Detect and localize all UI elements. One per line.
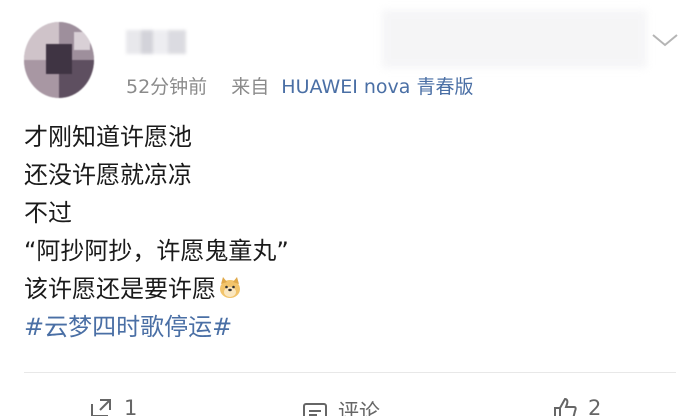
post-line: 才刚知道许愿池	[24, 123, 192, 151]
header-blurred-area	[382, 10, 647, 68]
post-line: “阿抄阿抄，许愿鬼童丸”	[24, 237, 289, 265]
comment-label: 评论	[338, 400, 380, 416]
like-count: 2	[588, 396, 602, 416]
divider	[24, 372, 676, 373]
like-icon	[554, 397, 577, 416]
hashtag-link[interactable]: #云梦四时歌停运#	[24, 308, 289, 346]
source-device-link[interactable]: HUAWEI nova 青春版	[281, 76, 473, 98]
comment-button[interactable]: 评论	[302, 396, 380, 416]
post-line: 不过	[24, 199, 72, 227]
post-meta: 52分钟前 来自 HUAWEI nova 青春版	[126, 72, 473, 99]
post-content: 才刚知道许愿池 还没许愿就凉凉 不过 “阿抄阿抄，许愿鬼童丸” 该许愿还是要许愿…	[24, 118, 289, 346]
repost-button[interactable]: 1	[88, 396, 137, 416]
action-bar: 1 评论 2	[0, 388, 700, 416]
avatar[interactable]	[24, 22, 94, 98]
like-button[interactable]: 2	[552, 396, 601, 416]
source-prefix: 来自	[231, 76, 270, 98]
post-line: 还没许愿就凉凉	[24, 161, 192, 189]
chevron-down-icon[interactable]	[650, 30, 680, 50]
post-line: 该许愿还是要许愿	[24, 275, 216, 303]
comment-icon	[303, 403, 327, 416]
doge-emoji-icon	[220, 277, 240, 298]
post-time: 52分钟前	[126, 76, 208, 98]
post-line-with-emoji: 该许愿还是要许愿	[24, 270, 289, 308]
repost-icon	[91, 399, 111, 416]
username-blurred[interactable]	[126, 30, 186, 54]
repost-count: 1	[124, 396, 138, 416]
